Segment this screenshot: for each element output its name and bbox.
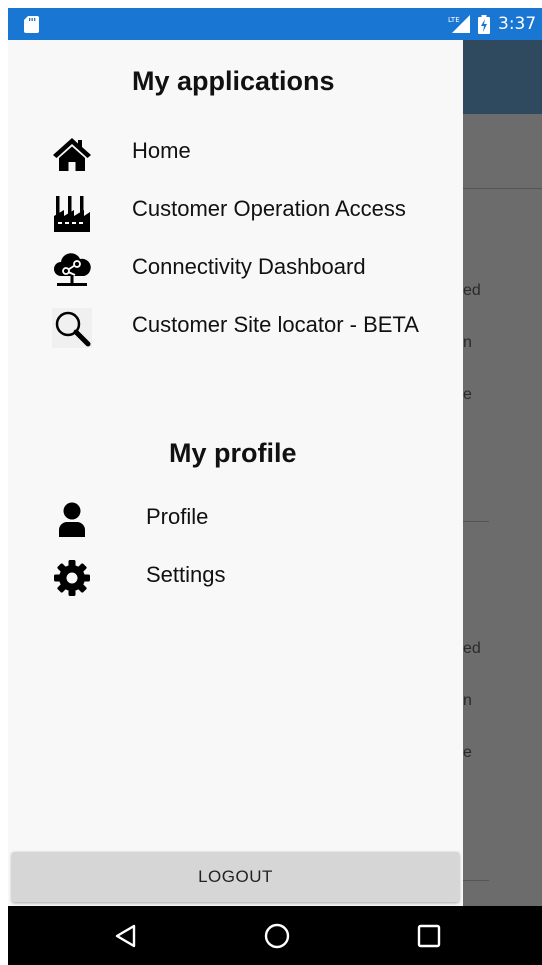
app-screen: LTE 3:37 ed n e ed n e My applications H… (8, 8, 542, 965)
logout-button[interactable]: LOGOUT (12, 852, 459, 902)
background-text: e (463, 744, 472, 761)
drawer-item-label: Home (132, 138, 191, 163)
background-text: ed (463, 640, 481, 657)
navigation-drawer: My applications Home Customer Operation … (8, 40, 463, 906)
drawer-item-label: Settings (146, 562, 226, 587)
drawer-item-customer-operation-access[interactable]: Customer Operation Access (8, 184, 463, 236)
divider (463, 880, 489, 881)
drawer-item-profile[interactable]: Profile (8, 492, 463, 544)
lte-signal-icon: LTE (448, 15, 470, 33)
drawer-item-label: Connectivity Dashboard (132, 254, 366, 279)
background-text: n (463, 692, 472, 709)
svg-text:LTE: LTE (448, 16, 460, 24)
applications-section-title: My applications (132, 66, 335, 96)
background-text: n (463, 334, 472, 351)
logout-label: LOGOUT (198, 867, 273, 886)
gear-icon (54, 560, 90, 596)
recents-square-icon[interactable] (413, 920, 445, 952)
status-bar: LTE 3:37 (8, 8, 542, 40)
drawer-item-settings[interactable]: Settings (8, 550, 463, 602)
drawer-item-label: Customer Site locator - BETA (132, 312, 419, 337)
drawer-item-label: Customer Operation Access (132, 196, 406, 221)
divider (463, 521, 489, 522)
drawer-item-customer-site-locator[interactable]: Customer Site locator - BETA (8, 300, 463, 352)
battery-charging-icon (478, 15, 490, 34)
drawer-item-label: Profile (146, 504, 209, 529)
clock-time: 3:37 (498, 14, 537, 34)
home-circle-icon[interactable] (261, 920, 293, 952)
navigation-bar (8, 906, 542, 965)
magnifier-icon (52, 308, 92, 348)
drawer-item-home[interactable]: Home (8, 126, 463, 178)
background-text: ed (463, 282, 481, 299)
factory-icon (54, 196, 90, 232)
cloud-network-icon (54, 253, 91, 286)
sd-card-icon (24, 16, 39, 33)
profile-section-title: My profile (169, 438, 297, 468)
back-icon[interactable] (111, 920, 143, 952)
background-text: e (463, 386, 472, 403)
divider (463, 188, 542, 189)
home-icon (53, 138, 91, 171)
drawer-item-connectivity-dashboard[interactable]: Connectivity Dashboard (8, 242, 463, 294)
person-icon (59, 502, 85, 537)
